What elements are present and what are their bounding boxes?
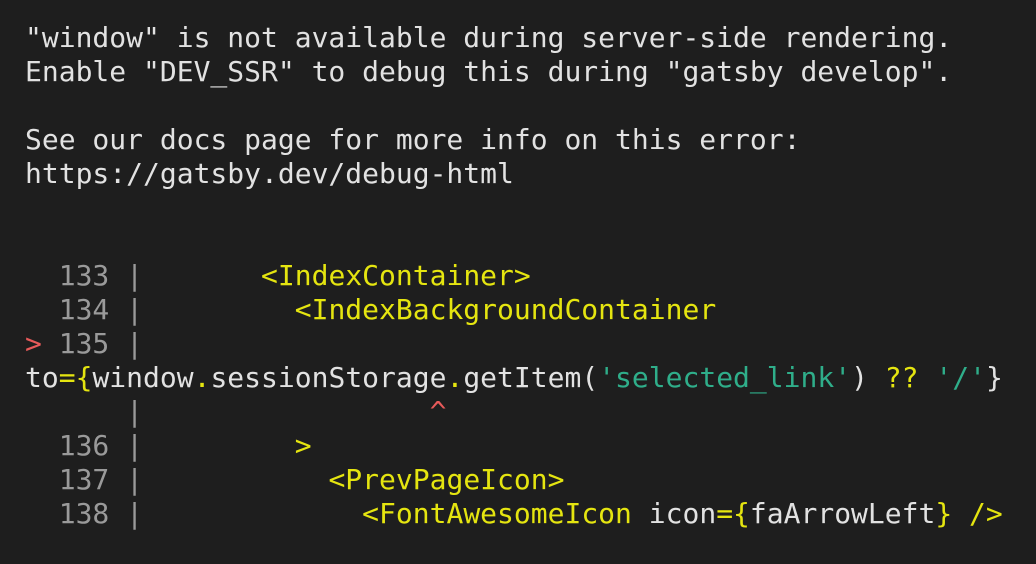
code-line-136: 136 | > — [25, 429, 312, 463]
code-line-135: > 135 | — [25, 327, 143, 361]
member-dot: . — [446, 361, 464, 394]
error-message-line-2: Enable "DEV_SSR" to debug this during "g… — [25, 55, 953, 88]
self-closing-tag: } /> — [935, 497, 1003, 530]
gutter-pipe: | — [126, 463, 144, 496]
code-line-138: 138 | <FontAwesomeIcon icon={faArrowLeft… — [25, 497, 1003, 531]
prop-name: to — [25, 361, 59, 394]
gutter-pipe: | — [126, 497, 144, 530]
string-argument: 'selected_link' — [598, 361, 852, 394]
error-message-line-1: "window" is not available during server-… — [25, 21, 953, 54]
line-number: 137 — [58, 463, 110, 496]
code-text: <IndexContainer> — [261, 259, 531, 292]
close-brace: } — [985, 361, 1003, 394]
docs-url: https://gatsby.dev/debug-html — [25, 157, 514, 190]
method-call: getItem( — [463, 361, 599, 394]
code-text: <IndexBackgroundContainer — [294, 293, 717, 326]
gutter-pipe: | — [126, 293, 144, 326]
member-dot: . — [193, 361, 211, 394]
line-number: 133 — [58, 259, 110, 292]
fallback-string: '/' — [935, 361, 986, 394]
line-number: 134 — [58, 293, 110, 326]
line-number: 136 — [58, 429, 110, 462]
gutter-pipe: | — [126, 429, 144, 462]
caret-line: | ^ — [25, 395, 446, 429]
session-storage-identifier: sessionStorage — [210, 361, 447, 394]
code-line-135-wrapped: to={window.sessionStorage.getItem('selec… — [25, 361, 1003, 395]
code-line-133: 133 | <IndexContainer> — [25, 259, 531, 293]
code-text: > — [294, 429, 312, 462]
terminal-output: "window" is not available during server-… — [0, 0, 1036, 564]
gutter-pipe: | — [126, 259, 144, 292]
line-number: 135 — [58, 327, 110, 360]
gutter-pipe: | — [126, 327, 144, 360]
code-text: <PrevPageIcon> — [328, 463, 565, 496]
code-line-134: 134 | <IndexBackgroundContainer — [25, 293, 716, 327]
code-line-137: 137 | <PrevPageIcon> — [25, 463, 565, 497]
docs-info-line: See our docs page for more info on this … — [25, 123, 801, 156]
nullish-operator: ?? — [867, 361, 936, 394]
error-marker: > — [25, 327, 42, 360]
close-paren: ) — [851, 361, 868, 394]
prop-operator: ={ — [58, 361, 93, 394]
window-identifier: window — [92, 361, 194, 394]
icon-prop-name: icon — [631, 497, 717, 530]
icon-prop-value: faArrowLeft — [749, 497, 936, 530]
error-caret: ^ — [429, 395, 447, 428]
line-number: 138 — [58, 497, 110, 530]
prop-operator: ={ — [716, 497, 750, 530]
code-text: <FontAwesomeIcon — [362, 497, 632, 530]
gutter-pipe: | — [126, 395, 144, 428]
